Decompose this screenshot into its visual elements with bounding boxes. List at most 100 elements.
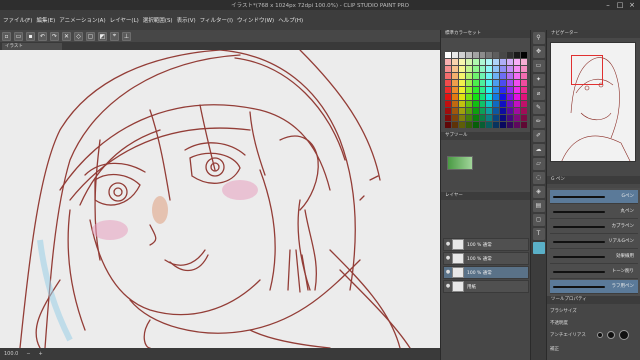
palette-swatch[interactable] bbox=[445, 73, 451, 79]
palette-swatch[interactable] bbox=[486, 115, 493, 121]
palette-swatch[interactable] bbox=[458, 87, 465, 93]
palette-swatch[interactable] bbox=[507, 108, 514, 114]
open-folder-icon[interactable]: ▭ bbox=[14, 31, 23, 41]
palette-swatch[interactable] bbox=[507, 59, 514, 65]
palette-swatch[interactable] bbox=[486, 66, 493, 72]
palette-swatch[interactable] bbox=[451, 122, 458, 128]
palette-swatch[interactable] bbox=[486, 94, 493, 100]
menu-filter[interactable]: フィルター(I) bbox=[200, 16, 233, 24]
palette-swatch[interactable] bbox=[479, 115, 486, 121]
palette-swatch[interactable] bbox=[451, 94, 458, 100]
palette-swatch[interactable] bbox=[465, 94, 472, 100]
palette-swatch[interactable] bbox=[500, 115, 507, 121]
color-swatch-slider[interactable] bbox=[447, 156, 473, 170]
palette-swatch[interactable] bbox=[465, 87, 472, 93]
palette-swatch[interactable] bbox=[514, 73, 521, 79]
eye-icon[interactable]: ● bbox=[444, 239, 452, 250]
palette-swatch[interactable] bbox=[486, 52, 493, 58]
palette-swatch[interactable] bbox=[514, 108, 521, 114]
pen-icon[interactable]: ✎ bbox=[532, 102, 545, 114]
palette-swatch[interactable] bbox=[458, 80, 465, 86]
snap-icon[interactable]: ⌖ bbox=[110, 31, 119, 41]
palette-swatch[interactable] bbox=[479, 101, 486, 107]
layer-row-selected[interactable]: ● 100 % 通常 bbox=[443, 266, 529, 279]
palette-swatch[interactable] bbox=[500, 87, 507, 93]
eyedropper-icon[interactable]: ⌀ bbox=[532, 88, 545, 100]
palette-swatch[interactable] bbox=[493, 108, 500, 114]
view-frame[interactable] bbox=[571, 55, 603, 85]
menu-edit[interactable]: 編集(E) bbox=[36, 16, 55, 24]
antialias-strong-option[interactable] bbox=[619, 330, 629, 340]
palette-swatch[interactable] bbox=[451, 115, 458, 121]
palette-swatch[interactable] bbox=[521, 59, 527, 65]
move-icon[interactable]: ✥ bbox=[532, 46, 545, 58]
blend-icon[interactable]: ◌ bbox=[532, 172, 545, 184]
palette-swatch[interactable] bbox=[479, 108, 486, 114]
palette-swatch[interactable] bbox=[472, 108, 479, 114]
antialias-weak-option[interactable] bbox=[607, 331, 615, 339]
eye-icon[interactable]: ● bbox=[444, 281, 452, 292]
palette-swatch[interactable] bbox=[445, 94, 451, 100]
palette-swatch[interactable] bbox=[486, 80, 493, 86]
minimize-icon[interactable]: – bbox=[602, 0, 614, 10]
palette-swatch[interactable] bbox=[458, 108, 465, 114]
palette-swatch[interactable] bbox=[507, 101, 514, 107]
brush-item[interactable]: トーン削り bbox=[550, 265, 638, 279]
palette-swatch[interactable] bbox=[479, 52, 486, 58]
palette-swatch[interactable] bbox=[451, 66, 458, 72]
palette-swatch[interactable] bbox=[507, 87, 514, 93]
ruler-icon[interactable]: ⊥ bbox=[122, 31, 131, 41]
palette-swatch[interactable] bbox=[514, 115, 521, 121]
antialias-none-option[interactable] bbox=[597, 332, 603, 338]
palette-swatch[interactable] bbox=[458, 66, 465, 72]
palette-swatch[interactable] bbox=[507, 73, 514, 79]
palette-swatch[interactable] bbox=[458, 115, 465, 121]
brush-item[interactable]: Gペン bbox=[550, 190, 638, 204]
palette-swatch[interactable] bbox=[486, 73, 493, 79]
palette-swatch[interactable] bbox=[445, 115, 451, 121]
brush-item[interactable]: リアルGペン bbox=[550, 235, 638, 249]
palette-swatch[interactable] bbox=[493, 59, 500, 65]
palette-swatch[interactable] bbox=[500, 101, 507, 107]
palette-swatch[interactable] bbox=[465, 73, 472, 79]
palette-swatch[interactable] bbox=[458, 73, 465, 79]
palette-swatch[interactable] bbox=[514, 59, 521, 65]
palette-swatch[interactable] bbox=[445, 87, 451, 93]
close-icon[interactable]: × bbox=[626, 0, 638, 10]
figure-icon[interactable]: ◻ bbox=[532, 214, 545, 226]
invert-selection-icon[interactable]: ◩ bbox=[98, 31, 107, 41]
clear-icon[interactable]: ✕ bbox=[62, 31, 71, 41]
palette-swatch[interactable] bbox=[479, 122, 486, 128]
palette-swatch[interactable] bbox=[465, 122, 472, 128]
palette-swatch[interactable] bbox=[451, 59, 458, 65]
palette-swatch[interactable] bbox=[521, 108, 527, 114]
palette-swatch[interactable] bbox=[507, 94, 514, 100]
palette-swatch[interactable] bbox=[465, 80, 472, 86]
zoom-in-icon[interactable]: + bbox=[39, 351, 43, 357]
palette-swatch[interactable] bbox=[458, 101, 465, 107]
palette-swatch[interactable] bbox=[465, 108, 472, 114]
palette-swatch[interactable] bbox=[479, 66, 486, 72]
palette-swatch[interactable] bbox=[521, 87, 527, 93]
palette-swatch[interactable] bbox=[507, 52, 514, 58]
redo-icon[interactable]: ↷ bbox=[50, 31, 59, 41]
navigator-preview[interactable] bbox=[550, 42, 636, 162]
palette-swatch[interactable] bbox=[458, 122, 465, 128]
palette-swatch[interactable] bbox=[514, 122, 521, 128]
drawing-canvas[interactable] bbox=[0, 50, 440, 348]
select-icon[interactable]: ▭ bbox=[532, 60, 545, 72]
eraser-icon[interactable]: ▱ bbox=[532, 158, 545, 170]
palette-swatch[interactable] bbox=[472, 73, 479, 79]
brush-icon[interactable]: ✐ bbox=[532, 130, 545, 142]
palette-swatch[interactable] bbox=[451, 73, 458, 79]
airbrush-icon[interactable]: ☁ bbox=[532, 144, 545, 156]
fill-icon[interactable]: ◈ bbox=[532, 186, 545, 198]
palette-swatch[interactable] bbox=[514, 94, 521, 100]
palette-swatch[interactable] bbox=[458, 59, 465, 65]
new-file-icon[interactable]: ▫ bbox=[2, 31, 11, 41]
palette-swatch[interactable] bbox=[472, 115, 479, 121]
palette-swatch[interactable] bbox=[500, 59, 507, 65]
palette-swatch[interactable] bbox=[514, 101, 521, 107]
palette-swatch[interactable] bbox=[465, 59, 472, 65]
palette-swatch[interactable] bbox=[472, 101, 479, 107]
